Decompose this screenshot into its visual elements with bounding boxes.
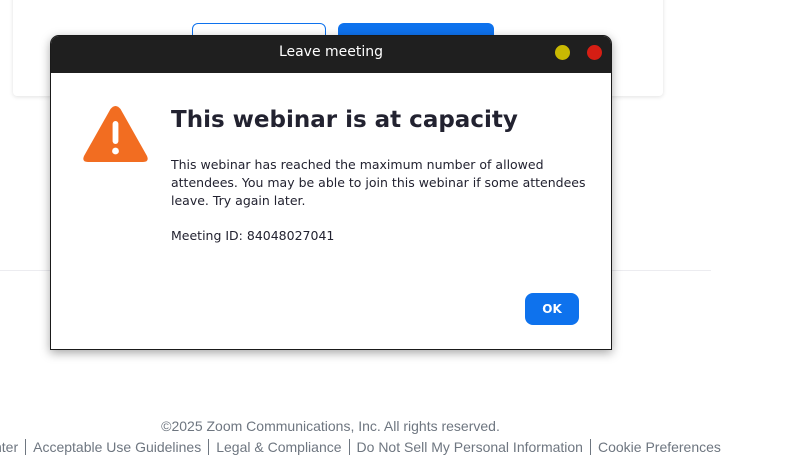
capacity-dialog: Leave meeting This webinar is at capacit…	[50, 35, 612, 350]
dialog-title: Leave meeting	[278, 44, 384, 60]
footer-copyright: ©2025 Zoom Communications, Inc. All righ…	[161, 418, 500, 434]
ok-button[interactable]: OK	[525, 293, 579, 325]
footer-link-legal[interactable]: Legal & Compliance	[209, 439, 348, 455]
footer-link-cookie-preferences[interactable]: Cookie Preferences	[591, 439, 728, 455]
close-button[interactable]	[587, 45, 602, 60]
footer-link-help-center[interactable]: nter	[0, 439, 25, 455]
warning-icon	[83, 106, 148, 162]
footer-link-acceptable-use[interactable]: Acceptable Use Guidelines	[26, 439, 208, 455]
dialog-titlebar[interactable]: Leave meeting	[51, 36, 611, 73]
meeting-id: Meeting ID: 84048027041	[171, 228, 335, 243]
footer-links: nter Acceptable Use Guidelines Legal & C…	[0, 439, 728, 455]
dialog-heading: This webinar is at capacity	[171, 107, 518, 133]
footer-link-do-not-sell[interactable]: Do Not Sell My Personal Information	[350, 439, 590, 455]
minimize-button[interactable]	[555, 45, 570, 60]
dialog-message: This webinar has reached the maximum num…	[171, 157, 586, 208]
